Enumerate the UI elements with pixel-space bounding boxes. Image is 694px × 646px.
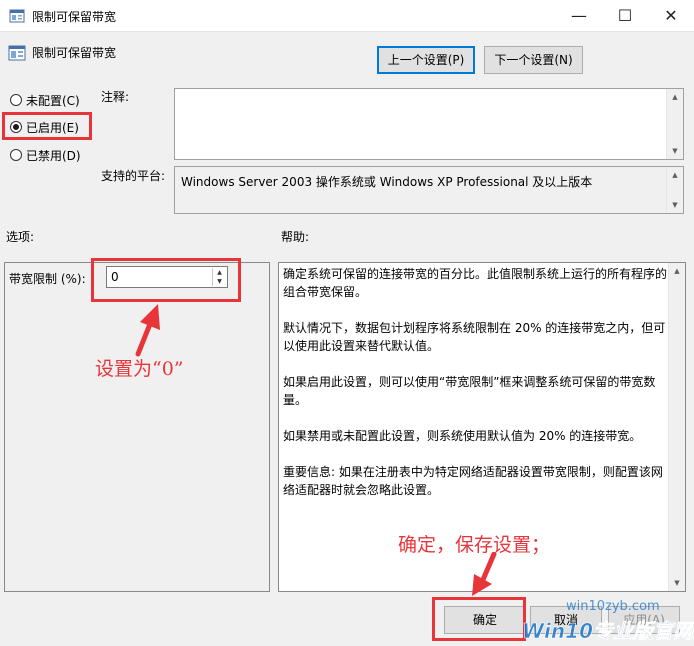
help-paragraph: 如果启用此设置，则可以使用“带宽限制”框来调整系统可保留的带宽数量。 <box>283 375 656 407</box>
radio-not-configured[interactable]: 未配置(C) <box>10 91 80 109</box>
scroll-down-icon[interactable]: ▼ <box>669 575 685 591</box>
platform-label: 支持的平台: <box>101 169 166 183</box>
scroll-up-icon[interactable]: ▲ <box>667 89 683 105</box>
maximize-button[interactable]: ☐ <box>602 0 648 32</box>
platform-scrollbar[interactable]: ▲ ▼ <box>666 167 683 213</box>
radio-circle[interactable] <box>10 94 22 106</box>
help-paragraph: 如果禁用或未配置此设置，则系统使用默认值为 20% 的连接带宽。 <box>283 429 642 443</box>
window-title: 限制可保留带宽 <box>32 10 117 24</box>
policy-app-icon <box>9 9 25 23</box>
options-label: 选项: <box>6 230 35 244</box>
help-paragraph: 默认情况下，数据包计划程序将系统限制在 20% 的连接带宽之内，但可以使用此设置… <box>283 321 666 353</box>
highlight-box-spinner <box>91 258 241 302</box>
scroll-up-icon[interactable]: ▲ <box>669 263 685 279</box>
annotation-arrow-down-icon <box>472 552 497 596</box>
help-scrollbar[interactable]: ▲ ▼ <box>668 263 685 591</box>
highlight-box-ok <box>432 597 526 641</box>
annotation-set-zero: 设置为“0” <box>95 358 184 380</box>
annotation-arrow-up-icon <box>135 304 160 357</box>
bandwidth-limit-label: 带宽限制 (%): <box>9 272 86 286</box>
watermark-logo: win10zyb.com Win10专业版官网 <box>522 599 694 643</box>
setting-title: 限制可保留带宽 <box>32 46 117 60</box>
radio-disabled[interactable]: 已禁用(D) <box>10 146 81 164</box>
scroll-up-icon[interactable]: ▲ <box>667 167 683 183</box>
radio-circle[interactable] <box>10 149 22 161</box>
help-paragraph: 重要信息: 如果在注册表中为特定网络适配器设置带宽限制，则配置该网络适配器时就会… <box>283 465 663 497</box>
comment-textarea[interactable]: ▲ ▼ <box>174 88 684 160</box>
comment-label: 注释: <box>101 90 130 104</box>
help-text: 确定系统可保留的连接带宽的百分比。此值限制系统上运行的所有程序的组合带宽保留。 … <box>283 265 669 517</box>
previous-setting-button[interactable]: 上一个设置(P) <box>377 46 475 74</box>
comment-scrollbar[interactable]: ▲ ▼ <box>666 89 683 159</box>
next-setting-button[interactable]: 下一个设置(N) <box>484 46 583 74</box>
help-paragraph: 确定系统可保留的连接带宽的百分比。此值限制系统上运行的所有程序的组合带宽保留。 <box>283 267 668 299</box>
scroll-down-icon[interactable]: ▼ <box>667 197 683 213</box>
radio-label: 未配置(C) <box>26 93 80 108</box>
minimize-button[interactable]: — <box>556 0 602 32</box>
policy-setting-icon <box>8 45 26 61</box>
svg-text:Win10专业版官网: Win10专业版官网 <box>522 619 694 643</box>
close-button[interactable]: ✕ <box>648 0 694 32</box>
help-label: 帮助: <box>281 230 310 244</box>
radio-label: 已禁用(D) <box>26 148 81 163</box>
svg-text:win10zyb.com: win10zyb.com <box>566 599 660 614</box>
platform-value: Windows Server 2003 操作系统或 Windows XP Pro… <box>181 175 593 189</box>
highlight-box-enabled <box>2 112 92 140</box>
platform-textbox: Windows Server 2003 操作系统或 Windows XP Pro… <box>174 166 684 214</box>
scroll-down-icon[interactable]: ▼ <box>667 143 683 159</box>
